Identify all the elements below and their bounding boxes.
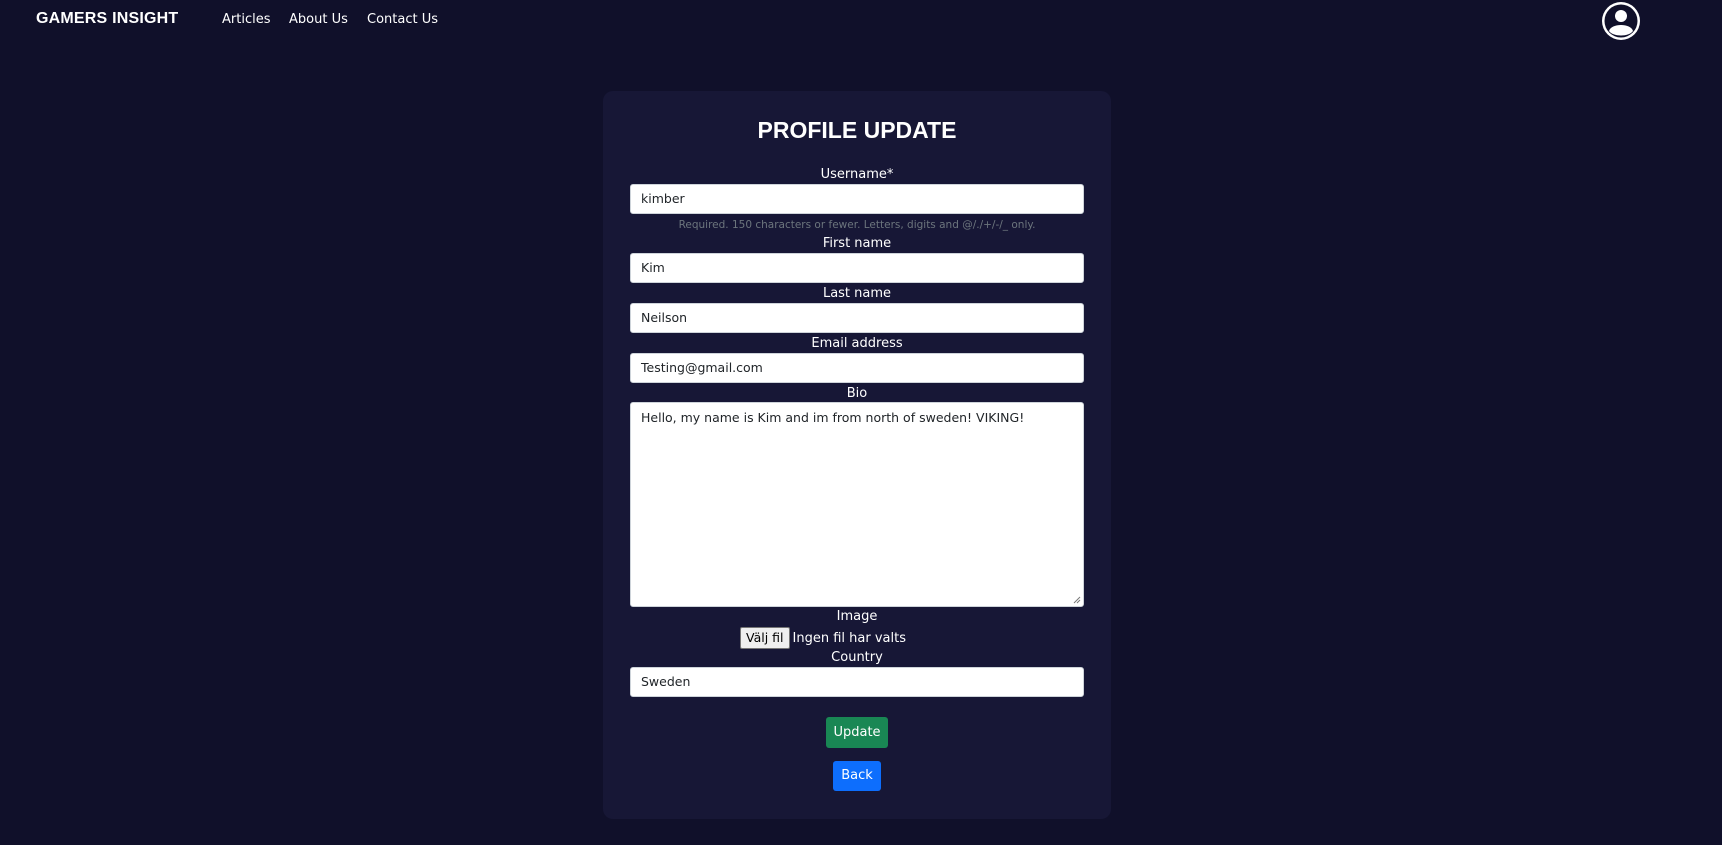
username-help-text: Required. 150 characters or fewer. Lette… xyxy=(678,219,1036,231)
country-label: Country xyxy=(831,650,883,665)
image-file-input[interactable]: Välj fil Ingen fil har valts xyxy=(740,627,906,649)
first-name-label: First name xyxy=(822,236,892,251)
brand-logo[interactable]: GAMERS INSIGHT xyxy=(36,10,178,28)
first-name-input[interactable]: Kim xyxy=(630,253,1084,283)
profile-update-card: PROFILE UPDATE Username* kimber Required… xyxy=(603,91,1111,819)
nav-link-contact-us[interactable]: Contact Us xyxy=(367,12,438,27)
back-button[interactable]: Back xyxy=(833,761,881,791)
resize-grip-icon[interactable] xyxy=(1073,596,1081,604)
bio-textarea[interactable]: Hello, my name is Kim and im from north … xyxy=(630,402,1084,607)
file-status-text: Ingen fil har valts xyxy=(792,630,906,646)
page-title: PROFILE UPDATE xyxy=(757,117,957,143)
email-label: Email address xyxy=(811,336,903,351)
username-input[interactable]: kimber xyxy=(630,184,1084,214)
user-circle-icon xyxy=(1602,2,1640,40)
image-label: Image xyxy=(836,609,878,624)
country-input[interactable]: Sweden xyxy=(630,667,1084,697)
bio-text: Hello, my name is Kim and im from north … xyxy=(641,410,1025,425)
bio-label: Bio xyxy=(846,386,868,401)
email-input[interactable]: Testing@gmail.com xyxy=(630,353,1084,383)
nav-link-about-us[interactable]: About Us xyxy=(289,12,348,27)
username-label: Username* xyxy=(820,167,894,182)
navbar: GAMERS INSIGHT Articles About Us Contact… xyxy=(0,0,1722,44)
nav-link-articles[interactable]: Articles xyxy=(222,12,270,27)
last-name-label: Last name xyxy=(822,286,892,301)
choose-file-button[interactable]: Välj fil xyxy=(740,627,790,649)
update-button[interactable]: Update xyxy=(826,717,888,748)
user-avatar-button[interactable] xyxy=(1601,1,1641,41)
last-name-input[interactable]: Neilson xyxy=(630,303,1084,333)
